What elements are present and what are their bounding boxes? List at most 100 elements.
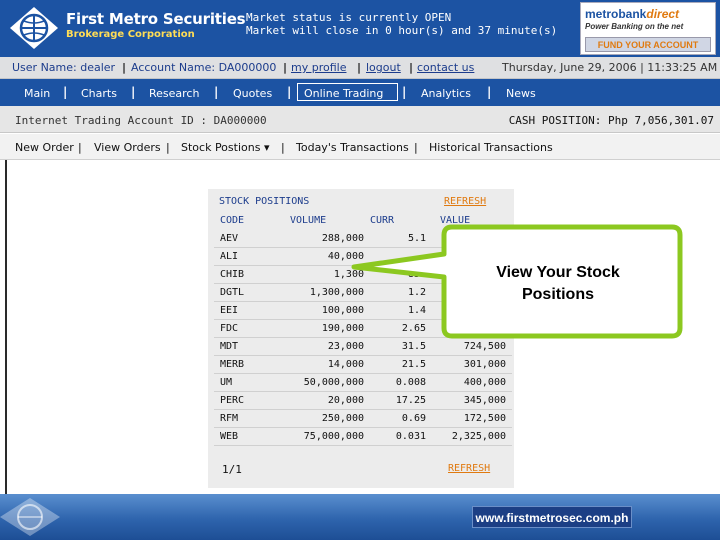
subnav-separator: | [166,141,170,154]
column-header-curr: CURR [370,215,395,226]
table-row: FDC 190,000 2.65 [214,320,512,338]
nav-analytics[interactable]: Analytics [421,87,471,100]
subnav-separator: | [281,141,285,154]
refresh-link-bottom[interactable]: REFRESH [448,463,490,474]
cell-volume: 40,000 [327,251,364,262]
left-edge-line [5,160,7,494]
metrobank-logo-main: metrobank [585,7,647,21]
subnav-separator: | [414,141,418,154]
subnav-separator: | [78,141,82,154]
cell-volume: 23,000 [327,341,364,352]
site-header: First Metro Securities Brokerage Corpora… [0,0,720,57]
subnav-view-orders[interactable]: View Orders [94,141,161,154]
cell-code: WEB [220,431,239,442]
subnav-todays-transactions[interactable]: Today's Transactions [296,141,409,154]
table-row: RFM 250,000 0.69 172,500 [214,410,512,428]
market-close-countdown: Market will close in 0 hour(s) and 37 mi… [246,24,558,37]
cell-code: CHIB [220,269,245,280]
refresh-link-top[interactable]: REFRESH [444,196,486,207]
sub-nav: New Order | View Orders | Stock Postions… [0,134,720,160]
cell-value: 172,500 [463,413,506,424]
cell-curr: 17.25 [395,395,426,406]
nav-main[interactable]: Main [24,87,50,100]
cell-value: 2,325,000 [451,431,506,442]
contact-us-link[interactable]: contact us [417,61,474,74]
cell-volume: 1,300 [333,269,364,280]
cell-volume: 100,000 [321,305,364,316]
column-header-value: VALUE [440,215,471,226]
cell-volume: 14,000 [327,359,364,370]
brand-name: First Metro Securities [66,10,246,28]
page-indicator: 1/1 [222,463,242,476]
account-bar: Internet Trading Account ID : DA000000 C… [0,106,720,133]
cell-curr: 21.5 [401,359,426,370]
cell-curr: 31.5 [401,341,426,352]
callout-line-1: View Your Stock [496,264,620,281]
separator: | [122,61,127,74]
stock-positions-panel: STOCK POSITIONS REFRESH CODE VOLUME CURR… [208,189,514,488]
cell-curr: 0.031 [395,431,426,442]
cell-volume: 50,000,000 [303,377,364,388]
market-status: Market status is currently OPEN Market w… [246,11,557,37]
account-name: Account Name: DA000000 [131,61,277,74]
cell-code: RFM [220,413,239,424]
cell-value: 345,000 [463,395,506,406]
website-url-link[interactable]: www.firstmetrosec.com.ph [472,506,632,528]
table-row: MDT 23,000 31.5 724,500 [214,338,512,356]
cell-volume: 190,000 [321,323,364,334]
column-header-code: CODE [220,215,245,226]
metrobank-tagline: Power Banking on the net [585,22,684,31]
nav-charts[interactable]: Charts [81,87,117,100]
panel-title: STOCK POSITIONS [219,196,310,207]
user-name: User Name: dealer [12,61,116,74]
cell-curr: 2.65 [401,323,426,334]
subnav-historical-transactions[interactable]: Historical Transactions [429,141,553,154]
user-bar: User Name: dealer | Account Name: DA0000… [0,57,720,79]
brand-subtitle: Brokerage Corporation [66,29,195,40]
nav-research[interactable]: Research [149,87,199,100]
dropdown-arrow-icon: ▾ [263,141,270,154]
cell-code: UM [220,377,233,388]
cell-value: 724,500 [463,341,506,352]
cash-position: CASH POSITION: Php 7,056,301.07 [508,114,714,127]
separator: | [409,61,414,74]
cell-curr: 5.1 [407,233,426,244]
subnav-stock-positions-label: Stock Postions [181,141,261,154]
subnav-stock-positions[interactable]: Stock Postions ▾ [181,141,269,154]
fund-your-account-button[interactable]: FUND YOUR ACCOUNT [585,37,711,52]
table-row: MERB 14,000 21.5 301,000 [214,356,512,374]
logout-link[interactable]: logout [366,61,401,74]
nav-separator: | [402,85,407,99]
nav-separator: | [487,85,492,99]
cell-curr: 855 [407,269,426,280]
trading-account-id: Internet Trading Account ID : DA000000 [15,114,267,127]
my-profile-link[interactable]: my profile [291,61,346,74]
metrobank-direct-banner[interactable]: metrobankdirect Power Banking on the net… [580,2,716,55]
column-header-volume: VOLUME [290,215,327,226]
metrobank-logo: metrobankdirect [585,7,679,21]
nav-news[interactable]: News [506,87,536,100]
cell-code: AEV [220,233,239,244]
table-row: UM 50,000,000 0.008 400,000 [214,374,512,392]
cell-code: DGTL [220,287,245,298]
cell-volume: 250,000 [321,413,364,424]
separator: | [283,61,288,74]
table-row: AEV 288,000 5.1 [214,230,512,248]
nav-separator: | [214,85,219,99]
callout-text: View Your Stock Positions [446,262,670,306]
cell-code: EEI [220,305,239,316]
cell-curr: 0.008 [395,377,426,388]
subnav-new-order[interactable]: New Order [15,141,74,154]
footer-globe-icon [0,498,60,536]
cell-curr: 1.4 [407,305,426,316]
cell-code: ALI [220,251,239,262]
cell-volume: 1,300,000 [309,287,364,298]
nav-quotes[interactable]: Quotes [233,87,272,100]
cell-code: MERB [220,359,245,370]
cell-volume: 20,000 [327,395,364,406]
globe-logo-icon [10,7,58,49]
cell-curr: 1.2 [407,287,426,298]
cell-volume: 288,000 [321,233,364,244]
date-time: Thursday, June 29, 2006 | 11:33:25 AM [502,61,718,74]
cell-code: FDC [220,323,239,334]
